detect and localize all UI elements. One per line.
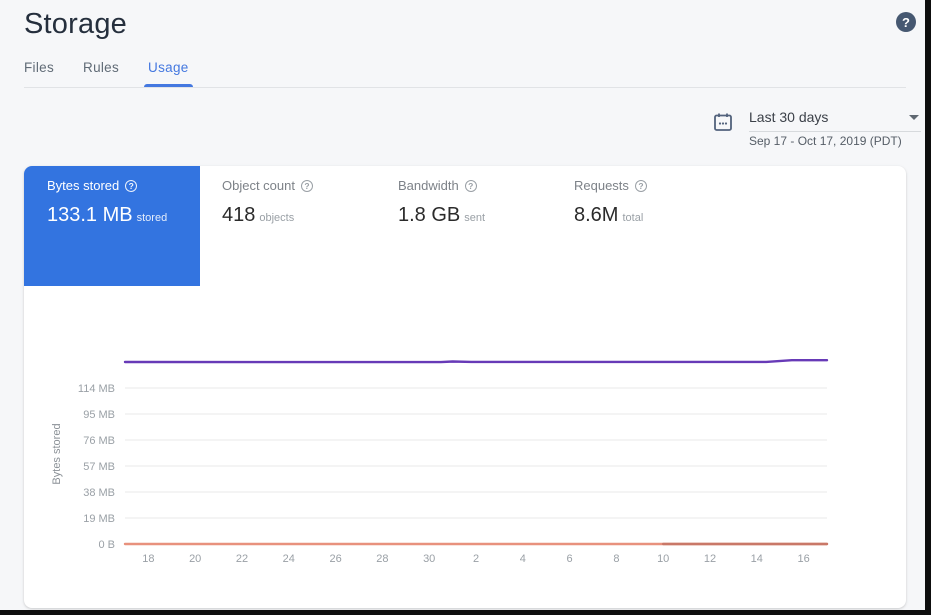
metric-value-text: 133.1 MB [47, 204, 133, 226]
metric-card-bandwidth[interactable]: Bandwidth? 1.8 GB sent [376, 166, 552, 286]
metric-value: 1.8 GB sent [398, 203, 552, 230]
x-tick-label: 16 [797, 553, 809, 565]
x-tick-label: 26 [329, 553, 341, 565]
metric-label: Object count? [222, 178, 376, 194]
storage-usage-page: Storage ? Files Rules Usage Last 30 days S… [0, 0, 925, 610]
tab-files[interactable]: Files [24, 60, 54, 87]
x-tick-label: 4 [520, 553, 526, 565]
metric-value: 418 objects [222, 203, 376, 230]
metric-card-requests[interactable]: Requests? 8.6M total [552, 166, 728, 286]
dropdown-caret-icon [909, 115, 919, 120]
date-range-select[interactable]: Last 30 days [749, 108, 921, 132]
metric-unit-text: objects [259, 212, 294, 224]
metric-label: Bytes stored? [47, 178, 200, 194]
metric-unit-text: total [622, 212, 643, 224]
metric-card-bytes-stored[interactable]: Bytes stored? 133.1 MB stored [24, 166, 200, 286]
help-glyph: ? [902, 15, 910, 30]
x-tick-label: 2 [473, 553, 479, 565]
metric-label-text: Object count [222, 178, 295, 194]
x-tick-label: 12 [704, 553, 716, 565]
y-tick-label: 114 MB [78, 383, 115, 395]
tab-usage[interactable]: Usage [148, 60, 189, 87]
metric-card-object-count[interactable]: Object count? 418 objects [200, 166, 376, 286]
date-range-picker: Last 30 days Sep 17 - Oct 17, 2019 (PDT) [712, 106, 921, 150]
metric-unit-text: stored [137, 212, 168, 224]
metric-value: 133.1 MB stored [47, 203, 200, 230]
metric-label: Bandwidth? [398, 178, 552, 194]
y-tick-label: 57 MB [83, 461, 115, 473]
help-icon[interactable]: ? [465, 180, 477, 192]
usage-card: 114 MB95 MB76 MB57 MB38 MB19 MB0 B182022… [24, 166, 906, 608]
metric-label-text: Bandwidth [398, 178, 459, 194]
date-range-label: Last 30 days [749, 109, 828, 125]
help-icon[interactable]: ? [125, 180, 137, 192]
help-icon[interactable]: ? [301, 180, 313, 192]
metric-label-text: Bytes stored [47, 178, 119, 194]
calendar-icon [712, 111, 734, 133]
help-icon[interactable]: ? [635, 180, 647, 192]
tabs-divider [24, 87, 906, 88]
help-icon[interactable]: ? [896, 12, 916, 32]
y-tick-label: 95 MB [83, 409, 115, 421]
metric-value-text: 8.6M [574, 204, 618, 226]
x-tick-label: 22 [236, 553, 248, 565]
x-tick-label: 14 [751, 553, 763, 565]
x-tick-label: 30 [423, 553, 435, 565]
y-tick-label: 19 MB [83, 513, 115, 525]
metric-value-text: 418 [222, 204, 255, 226]
metric-unit-text: sent [464, 212, 485, 224]
x-tick-label: 28 [376, 553, 388, 565]
x-tick-label: 18 [142, 553, 154, 565]
metric-label: Requests? [574, 178, 728, 194]
x-tick-label: 24 [283, 553, 295, 565]
x-tick-label: 6 [567, 553, 573, 565]
x-tick-label: 10 [657, 553, 669, 565]
tab-rules[interactable]: Rules [83, 60, 119, 87]
y-tick-label: 76 MB [83, 435, 115, 447]
tabs: Files Rules Usage [24, 60, 189, 87]
date-range-detail: Sep 17 - Oct 17, 2019 (PDT) [749, 134, 902, 148]
metric-label-text: Requests [574, 178, 629, 194]
series-bytes-stored [125, 360, 827, 362]
x-tick-label: 8 [613, 553, 619, 565]
y-tick-label: 38 MB [83, 487, 115, 499]
y-tick-label: 0 B [98, 539, 115, 551]
metric-value-text: 1.8 GB [398, 204, 460, 226]
page-title: Storage [24, 8, 127, 41]
x-tick-label: 20 [189, 553, 201, 565]
metric-cards: Bytes stored? 133.1 MB stored Object count?… [24, 166, 728, 286]
y-axis-title: Bytes stored [51, 423, 63, 484]
metric-value: 8.6M total [574, 203, 728, 230]
